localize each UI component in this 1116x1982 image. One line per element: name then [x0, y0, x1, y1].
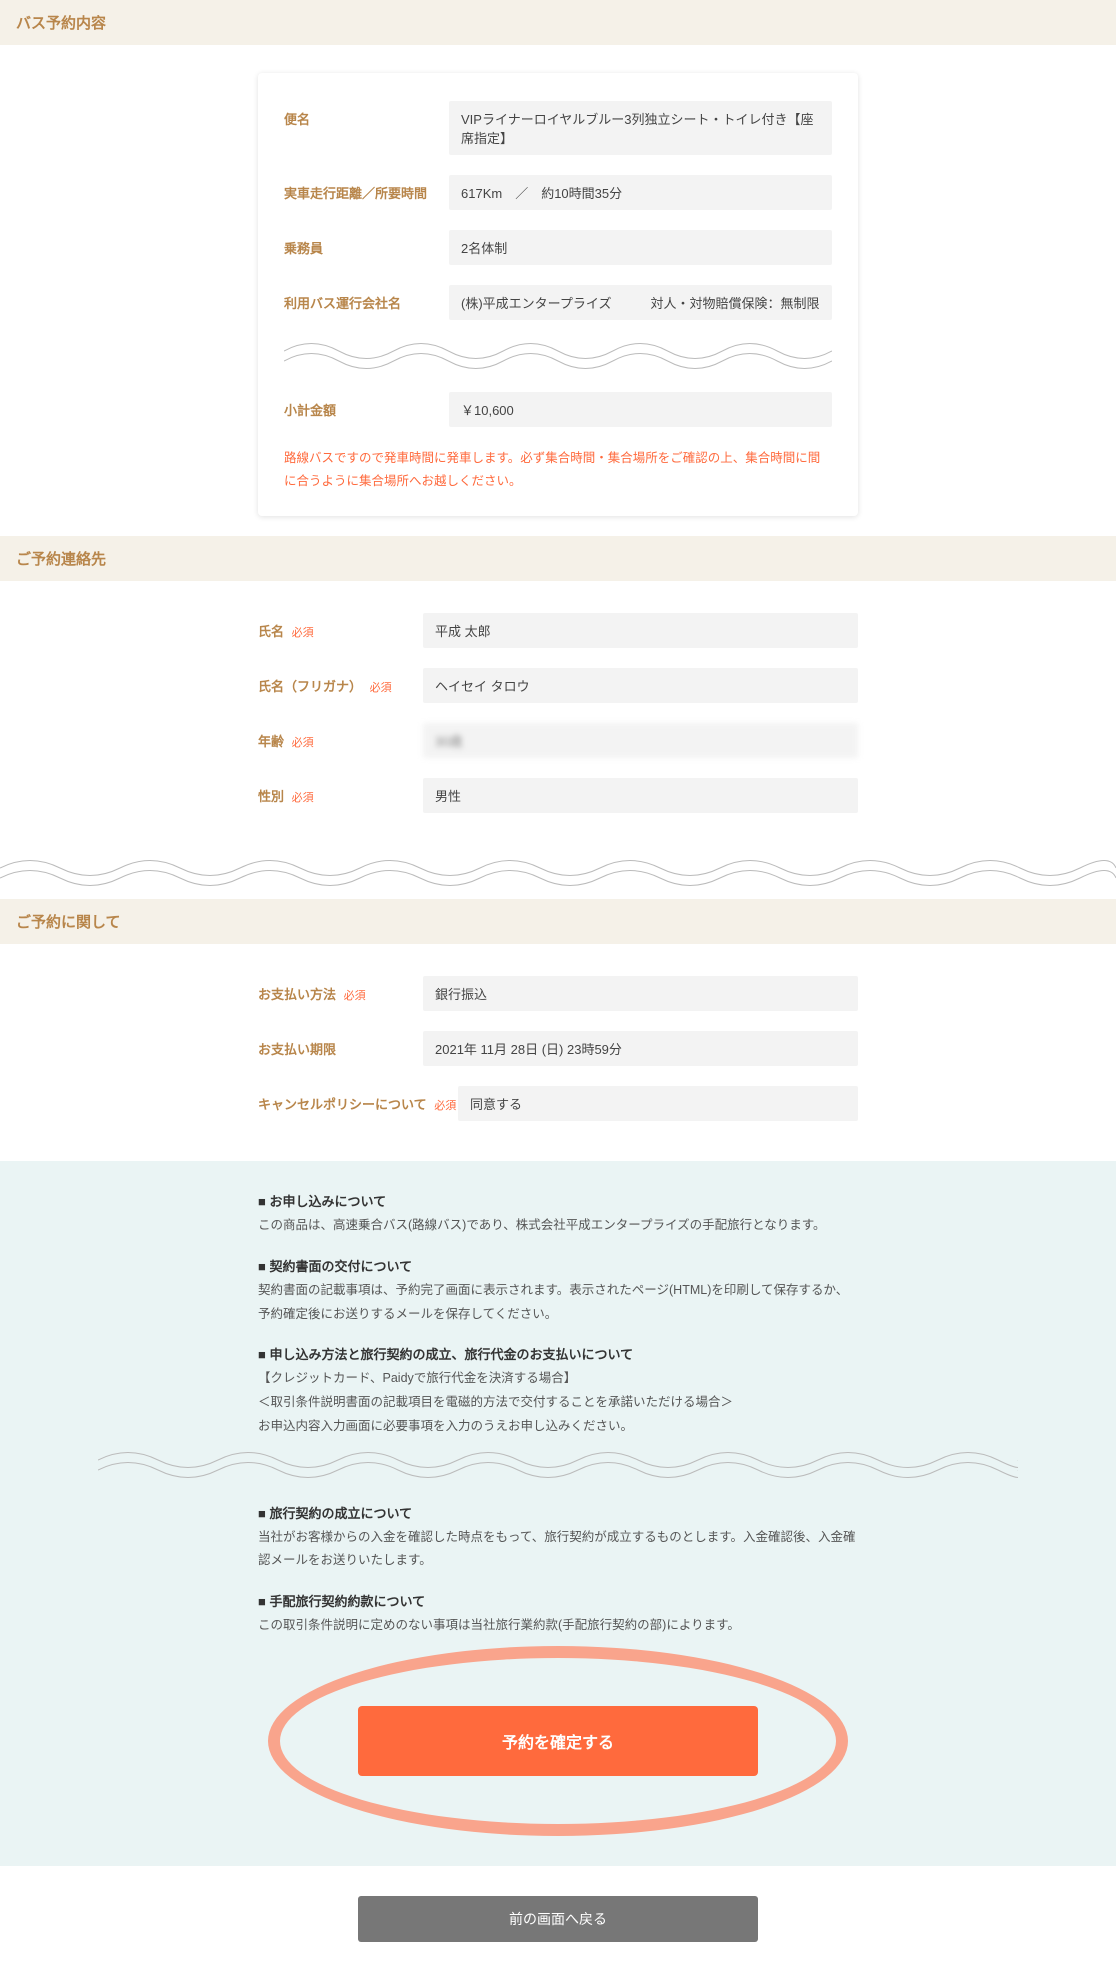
row-company: 利用バス運行会社名 (株)平成エンタープライズ 対人・対物賠償保険：無制限 [284, 275, 832, 330]
bus-warning-note: 路線バスですので発車時間に発車します。必ず集合時間・集合場所をご確認の上、集合時… [284, 447, 832, 492]
row-cancel: キャンセルポリシーについて 必須 同意する [258, 1076, 858, 1131]
label-company: 利用バス運行会社名 [284, 285, 449, 312]
contact-rows: 氏名 必須 平成 太郎 氏名（フリガナ） 必須 ヘイセイ タロウ 年齢 必須 3… [258, 603, 858, 823]
label-subtotal: 小計金額 [284, 392, 449, 419]
section-title-reservation: ご予約に関して [0, 899, 1116, 944]
label-deadline: お支払い期限 [258, 1031, 423, 1058]
row-gender: 性別 必須 男性 [258, 768, 858, 823]
info-heading-contract-doc: ■ 契約書面の交付について [258, 1256, 858, 1275]
required-tag: 必須 [292, 792, 314, 804]
value-kana: ヘイセイ タロウ [423, 668, 858, 703]
wave-separator [98, 1445, 1018, 1485]
info-text: 契約書面の記載事項は、予約完了画面に表示されます。表示されたページ(HTML)を… [258, 1279, 858, 1327]
value-age: 30歳 [423, 723, 858, 758]
row-age: 年齢 必須 30歳 [258, 713, 858, 768]
row-kana: 氏名（フリガナ） 必須 ヘイセイ タロウ [258, 658, 858, 713]
row-distance: 実車走行距離／所要時間 617Km ／ 約10時間35分 [284, 165, 832, 220]
value-gender: 男性 [423, 778, 858, 813]
label-gender: 性別 必須 [258, 778, 423, 805]
value-name: 平成 太郎 [423, 613, 858, 648]
value-subtotal: ￥10,600 [449, 392, 832, 427]
label-age: 年齢 必須 [258, 723, 423, 750]
label-bus-name: 便名 [284, 101, 449, 128]
row-crew: 乗務員 2名体制 [284, 220, 832, 275]
info-text: 【クレジットカード、Paidyで旅行代金を決済する場合】 [258, 1367, 858, 1391]
info-heading-contract: ■ 旅行契約の成立について [258, 1503, 858, 1522]
required-tag: 必須 [434, 1100, 456, 1112]
value-cancel: 同意する [458, 1086, 858, 1121]
label-crew: 乗務員 [284, 230, 449, 257]
info-text: この取引条件説明に定めのない事項は当社旅行業約款(手配旅行契約の部)によります。 [258, 1614, 858, 1638]
info-heading-payment: ■ 申し込み方法と旅行契約の成立、旅行代金のお支払いについて [258, 1344, 858, 1363]
value-payment: 銀行振込 [423, 976, 858, 1011]
label-kana: 氏名（フリガナ） 必須 [258, 668, 423, 695]
value-distance: 617Km ／ 約10時間35分 [449, 175, 832, 210]
required-tag: 必須 [344, 990, 366, 1002]
value-crew: 2名体制 [449, 230, 832, 265]
info-text: お申込内容入力画面に必要事項を入力のうえお申し込みください。 [258, 1415, 858, 1439]
bus-reservation-card: 便名 VIPライナーロイヤルブルー3列独立シート・トイレ付き【座席指定】 実車走… [258, 73, 858, 516]
section-title-bus: バス予約内容 [0, 0, 1116, 45]
info-heading-apply: ■ お申し込みについて [258, 1191, 858, 1210]
wave-separator [284, 336, 832, 376]
section-title-contact: ご予約連絡先 [0, 536, 1116, 581]
label-cancel: キャンセルポリシーについて 必須 [258, 1086, 458, 1113]
value-company: (株)平成エンタープライズ 対人・対物賠償保険：無制限 [449, 285, 832, 320]
required-tag: 必須 [292, 627, 314, 639]
value-bus-name: VIPライナーロイヤルブルー3列独立シート・トイレ付き【座席指定】 [449, 101, 832, 155]
required-tag: 必須 [370, 682, 392, 694]
label-payment: お支払い方法 必須 [258, 976, 423, 1003]
info-text: この商品は、高速乗合バス(路線バス)であり、株式会社平成エンタープライズの手配旅… [258, 1214, 858, 1238]
info-panel: ■ お申し込みについて この商品は、高速乗合バス(路線バス)であり、株式会社平成… [0, 1161, 1116, 1866]
info-text: ＜取引条件説明書面の記載項目を電磁的方法で交付することを承諾いただける場合＞ [258, 1391, 858, 1415]
wave-separator [0, 853, 1116, 893]
label-distance: 実車走行距離／所要時間 [284, 175, 449, 202]
info-text: 当社がお客様からの入金を確認した時点をもって、旅行契約が成立するものとします。入… [258, 1526, 858, 1574]
confirm-button-wrap: 予約を確定する [278, 1666, 838, 1816]
reservation-rows: お支払い方法 必須 銀行振込 お支払い期限 2021年 11月 28日 (日) … [258, 966, 858, 1131]
label-name: 氏名 必須 [258, 613, 423, 640]
required-tag: 必須 [292, 737, 314, 749]
row-payment: お支払い方法 必須 銀行振込 [258, 966, 858, 1021]
row-name: 氏名 必須 平成 太郎 [258, 603, 858, 658]
row-bus-name: 便名 VIPライナーロイヤルブルー3列独立シート・トイレ付き【座席指定】 [284, 91, 832, 165]
confirm-reservation-button[interactable]: 予約を確定する [358, 1706, 758, 1776]
info-heading-terms: ■ 手配旅行契約約款について [258, 1591, 858, 1610]
row-deadline: お支払い期限 2021年 11月 28日 (日) 23時59分 [258, 1021, 858, 1076]
back-button[interactable]: 前の画面へ戻る [358, 1896, 758, 1942]
value-deadline: 2021年 11月 28日 (日) 23時59分 [423, 1031, 858, 1066]
row-subtotal: 小計金額 ￥10,600 [284, 382, 832, 437]
